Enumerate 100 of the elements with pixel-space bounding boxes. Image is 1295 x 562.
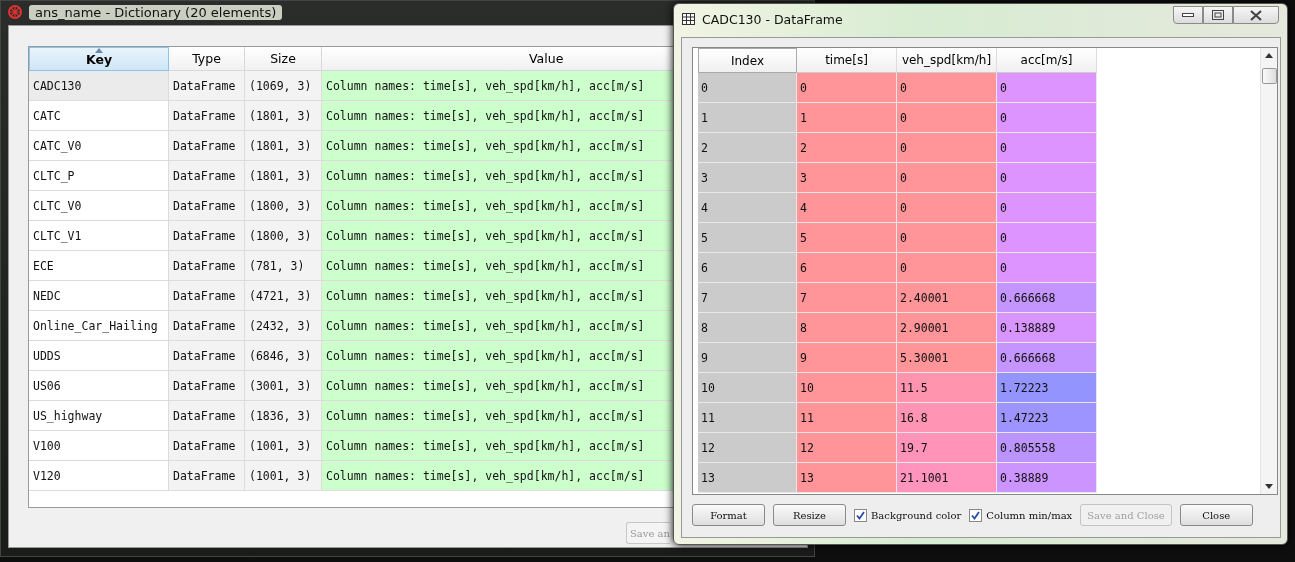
scrollbar-thumb[interactable] [1262, 68, 1277, 84]
data-cell: 4 [797, 193, 897, 223]
table-icon [682, 13, 695, 25]
value-cell: Column names: time[s], veh_spd[km/h], acc[m/s] [322, 251, 675, 281]
data-cell: 11.5 [897, 373, 997, 403]
close-icon [1249, 9, 1263, 21]
value-cell: Column names: time[s], veh_spd[km/h], acc[m/s] [322, 431, 675, 461]
index-cell: 10 [698, 373, 797, 403]
column-header[interactable]: Size [245, 47, 322, 71]
size-cell: (1069, 3) [245, 71, 322, 101]
column-header[interactable]: veh_spd[km/h] [897, 48, 997, 73]
value-cell: Column names: time[s], veh_spd[km/h], acc[m/s] [322, 221, 675, 251]
data-cell: 0 [897, 253, 997, 283]
size-cell: (1801, 3) [245, 101, 322, 131]
data-cell: 1 [797, 103, 897, 133]
checkbox-label: Background color [871, 509, 962, 521]
dialog-button[interactable]: Resize [773, 504, 846, 526]
size-cell: (3001, 3) [245, 371, 322, 401]
data-cell: 1.47223 [997, 403, 1097, 433]
size-cell: (6846, 3) [245, 341, 322, 371]
checkbox[interactable] [854, 508, 867, 522]
data-cell: 2.40001 [897, 283, 997, 313]
data-cell: 16.8 [897, 403, 997, 433]
data-cell: 0 [897, 193, 997, 223]
column-header[interactable]: Type [169, 47, 245, 71]
index-cell: 13 [698, 463, 797, 493]
scrollbar[interactable] [1260, 48, 1277, 494]
data-cell: 0 [897, 223, 997, 253]
type-cell: DataFrame [169, 401, 245, 431]
data-cell: 11 [797, 403, 897, 433]
data-cell: 6 [797, 253, 897, 283]
key-cell[interactable]: V120 [29, 461, 169, 491]
minimize-button[interactable] [1173, 6, 1203, 24]
checkbox-label: Column min/max [986, 509, 1073, 521]
data-cell: 0 [997, 253, 1097, 283]
key-cell[interactable]: CADC130 [29, 71, 169, 101]
index-cell: 2 [698, 133, 797, 163]
sort-caret-icon [95, 48, 103, 53]
data-cell: 0.666668 [997, 283, 1097, 313]
type-cell: DataFrame [169, 251, 245, 281]
data-cell: 0 [897, 103, 997, 133]
key-cell[interactable]: CLTC_V1 [29, 221, 169, 251]
data-cell: 3 [797, 163, 897, 193]
data-cell: 0.805558 [997, 433, 1097, 463]
scroll-down-icon[interactable] [1265, 484, 1273, 489]
type-cell: DataFrame [169, 281, 245, 311]
index-cell: 7 [698, 283, 797, 313]
value-cell: Column names: time[s], veh_spd[km/h], acc[m/s] [322, 371, 675, 401]
index-cell: 5 [698, 223, 797, 253]
data-cell: 0 [897, 133, 997, 163]
key-cell[interactable]: CLTC_V0 [29, 191, 169, 221]
key-cell[interactable]: ECE [29, 251, 169, 281]
checkbox[interactable] [969, 508, 983, 522]
column-header[interactable]: Key [29, 47, 169, 71]
data-cell: 0 [997, 103, 1097, 133]
index-cell: 12 [698, 433, 797, 463]
data-cell: 8 [797, 313, 897, 343]
index-cell: 1 [698, 103, 797, 133]
key-cell[interactable]: CATC [29, 101, 169, 131]
type-cell: DataFrame [169, 311, 245, 341]
data-cell: 0.138889 [997, 313, 1097, 343]
key-cell[interactable]: NEDC [29, 281, 169, 311]
value-cell: Column names: time[s], veh_spd[km/h], acc[m/s] [322, 131, 675, 161]
key-cell[interactable]: V100 [29, 431, 169, 461]
column-header[interactable]: time[s] [797, 48, 897, 73]
key-cell[interactable]: US_highway [29, 401, 169, 431]
dialog-button[interactable]: Format [692, 504, 765, 526]
minimize-icon [1182, 13, 1194, 17]
size-cell: (1001, 3) [245, 431, 322, 461]
key-cell[interactable]: Online_Car_Hailing [29, 311, 169, 341]
scroll-up-icon[interactable] [1265, 53, 1273, 58]
close-button[interactable] [1233, 6, 1279, 24]
data-cell: 2 [797, 133, 897, 163]
index-cell: 3 [698, 163, 797, 193]
index-cell: 6 [698, 253, 797, 283]
type-cell: DataFrame [169, 191, 245, 221]
maximize-button[interactable] [1203, 6, 1233, 24]
column-header[interactable]: acc[m/s] [997, 48, 1097, 73]
column-header[interactable]: Index [698, 48, 797, 73]
size-cell: (1800, 3) [245, 221, 322, 251]
dialog-button[interactable]: Close [1179, 504, 1253, 526]
data-cell: 10 [797, 373, 897, 403]
index-cell: 8 [698, 313, 797, 343]
size-cell: (2432, 3) [245, 311, 322, 341]
type-cell: DataFrame [169, 71, 245, 101]
key-cell[interactable]: US06 [29, 371, 169, 401]
data-cell: 0 [897, 73, 997, 103]
key-cell[interactable]: CLTC_P [29, 161, 169, 191]
size-cell: (1836, 3) [245, 401, 322, 431]
type-cell: DataFrame [169, 131, 245, 161]
size-cell: (781, 3) [245, 251, 322, 281]
type-cell: DataFrame [169, 221, 245, 251]
data-cell: 0 [997, 193, 1097, 223]
data-cell: 9 [797, 343, 897, 373]
value-cell: Column names: time[s], veh_spd[km/h], acc[m/s] [322, 281, 675, 311]
type-cell: DataFrame [169, 101, 245, 131]
size-cell: (1800, 3) [245, 191, 322, 221]
key-cell[interactable]: CATC_V0 [29, 131, 169, 161]
key-cell[interactable]: UDDS [29, 341, 169, 371]
data-cell: 7 [797, 283, 897, 313]
